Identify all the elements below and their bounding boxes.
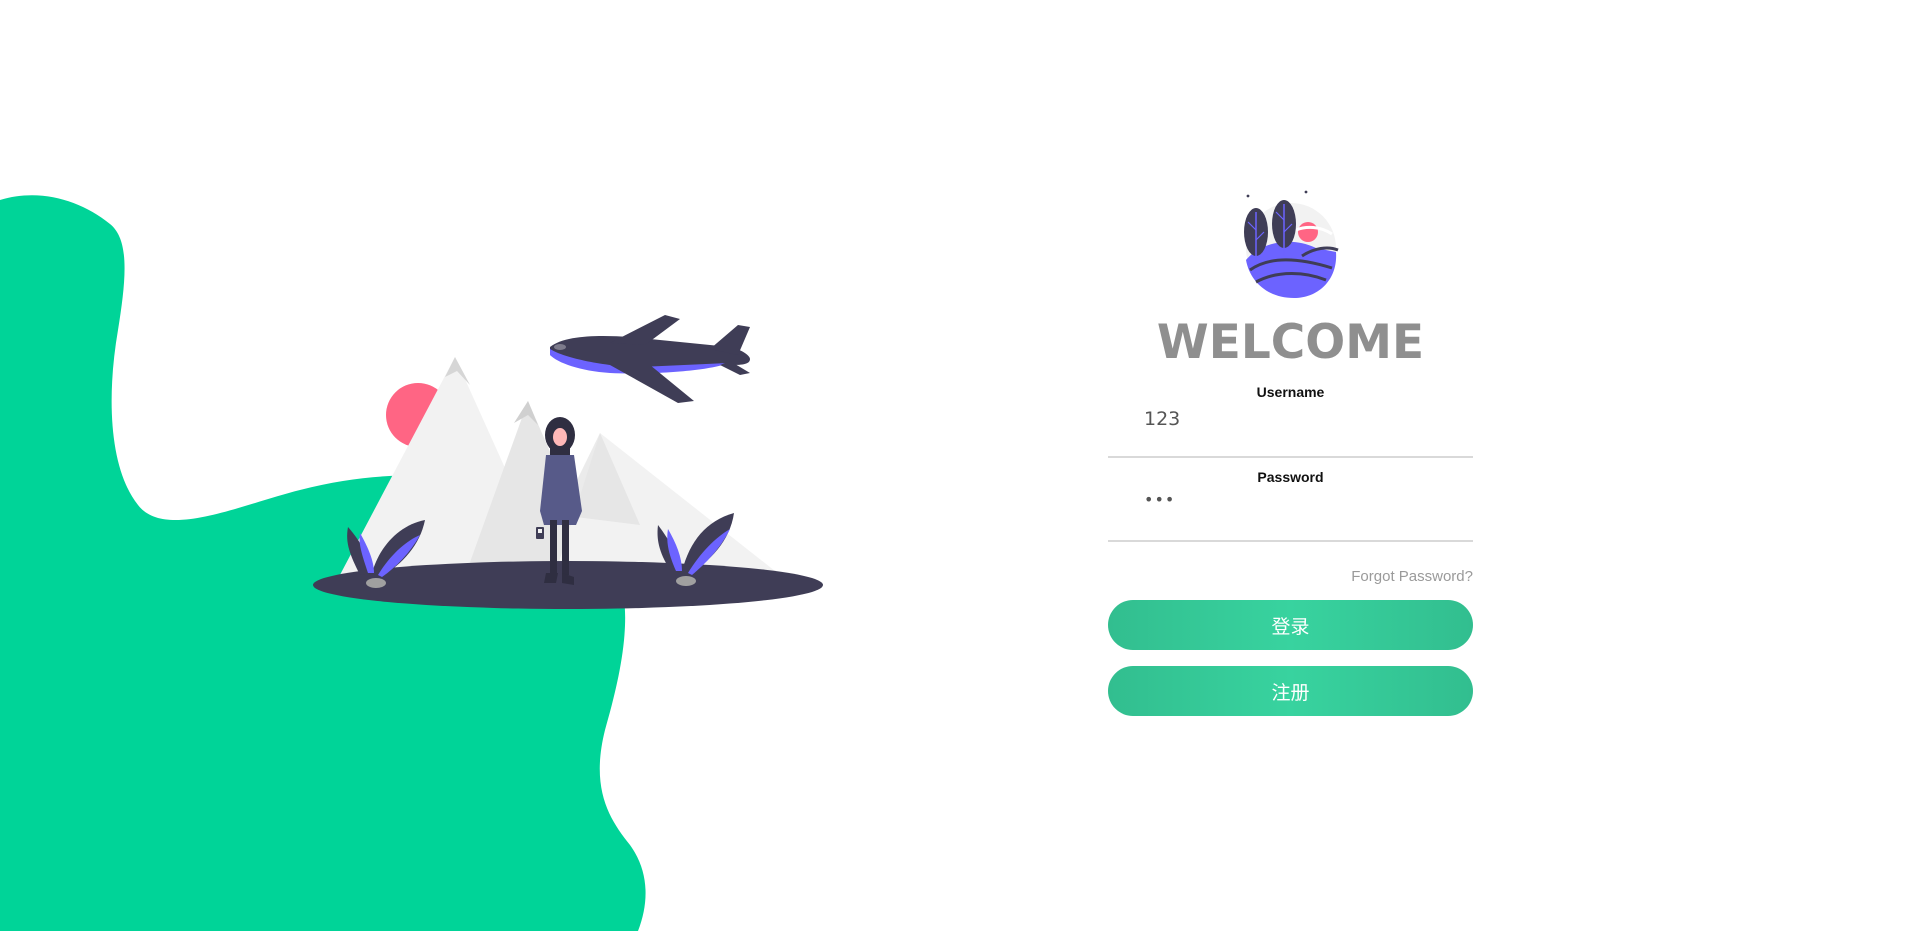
login-page: WELCOME Username Password Forgot Passwor…: [0, 0, 1920, 931]
airplane-shape: [550, 315, 750, 403]
username-label: Username: [1256, 384, 1325, 400]
login-button[interactable]: 登录: [1108, 600, 1473, 650]
password-input[interactable]: [1144, 490, 1444, 509]
username-input[interactable]: [1144, 408, 1444, 430]
forgot-password-link[interactable]: Forgot Password?: [1108, 568, 1473, 585]
password-label: Password: [1257, 469, 1324, 485]
welcome-title: WELCOME: [1156, 315, 1425, 370]
traveler-mountains-airplane-illustration: [313, 315, 823, 609]
register-button[interactable]: 注册: [1108, 666, 1473, 716]
background-wave: [0, 195, 646, 931]
username-field: Username: [1108, 374, 1473, 458]
avatar-illustration-icon: [1243, 190, 1339, 298]
login-form: WELCOME Username Password Forgot Passwor…: [1108, 190, 1473, 716]
password-field: Password: [1108, 458, 1473, 542]
